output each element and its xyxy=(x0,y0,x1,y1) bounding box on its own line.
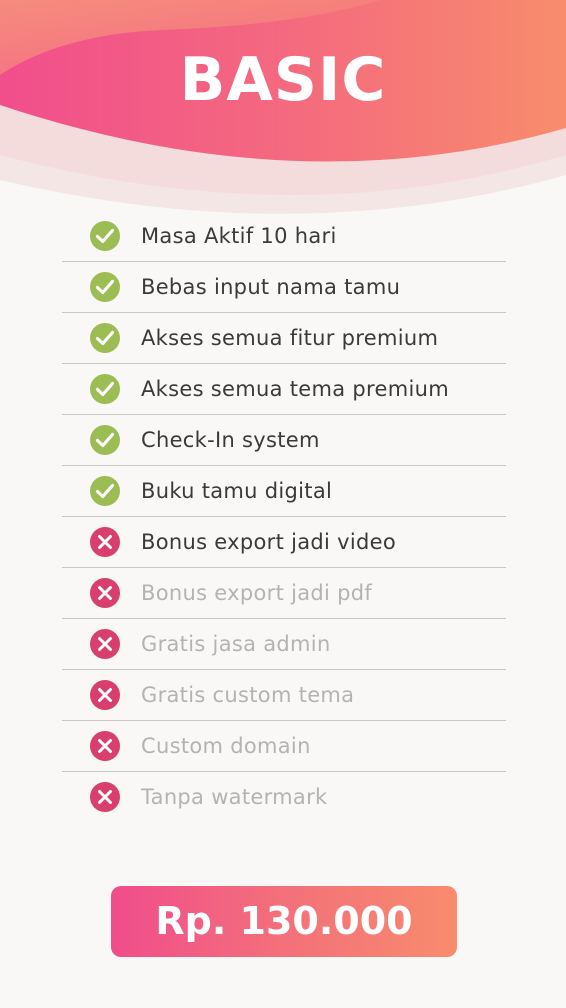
feature-item: Gratis custom tema xyxy=(62,670,506,721)
feature-item: Akses semua tema premium xyxy=(62,364,506,415)
cross-icon xyxy=(90,782,120,812)
check-icon xyxy=(90,272,120,302)
feature-label: Bonus export jadi video xyxy=(141,530,396,554)
cross-icon xyxy=(90,578,120,608)
cross-icon xyxy=(90,629,120,659)
feature-item: Bonus export jadi pdf xyxy=(62,568,506,619)
feature-label: Bonus export jadi pdf xyxy=(141,581,373,605)
price-button[interactable]: Rp. 130.000 xyxy=(111,886,457,957)
feature-item: Custom domain xyxy=(62,721,506,772)
cross-icon xyxy=(90,731,120,761)
check-icon xyxy=(90,476,120,506)
feature-label: Check-In system xyxy=(141,428,320,452)
feature-item: Check-In system xyxy=(62,415,506,466)
cross-icon xyxy=(90,680,120,710)
feature-label: Gratis custom tema xyxy=(141,683,355,707)
feature-label: Akses semua fitur premium xyxy=(141,326,439,350)
check-icon xyxy=(90,323,120,353)
feature-label: Akses semua tema premium xyxy=(141,377,450,401)
check-icon xyxy=(90,425,120,455)
feature-label: Tanpa watermark xyxy=(141,785,328,809)
feature-item: Masa Aktif 10 hari xyxy=(62,211,506,262)
feature-item: Akses semua fitur premium xyxy=(62,313,506,364)
feature-label: Bebas input nama tamu xyxy=(141,275,401,299)
feature-item: Gratis jasa admin xyxy=(62,619,506,670)
feature-label: Buku tamu digital xyxy=(141,479,333,503)
feature-list: Masa Aktif 10 hari Bebas input nama tamu A… xyxy=(62,211,506,822)
check-icon xyxy=(90,221,120,251)
feature-item: Bonus export jadi video xyxy=(62,517,506,568)
feature-label: Masa Aktif 10 hari xyxy=(141,224,337,248)
feature-item: Bebas input nama tamu xyxy=(62,262,506,313)
plan-title: BASIC xyxy=(179,45,387,115)
pricing-card: BASIC Masa Aktif 10 hari Bebas input nama… xyxy=(0,0,566,1008)
feature-label: Gratis jasa admin xyxy=(141,632,331,656)
check-icon xyxy=(90,374,120,404)
cross-icon xyxy=(90,527,120,557)
feature-label: Custom domain xyxy=(141,734,311,758)
feature-item: Buku tamu digital xyxy=(62,466,506,517)
feature-item: Tanpa watermark xyxy=(62,772,506,822)
